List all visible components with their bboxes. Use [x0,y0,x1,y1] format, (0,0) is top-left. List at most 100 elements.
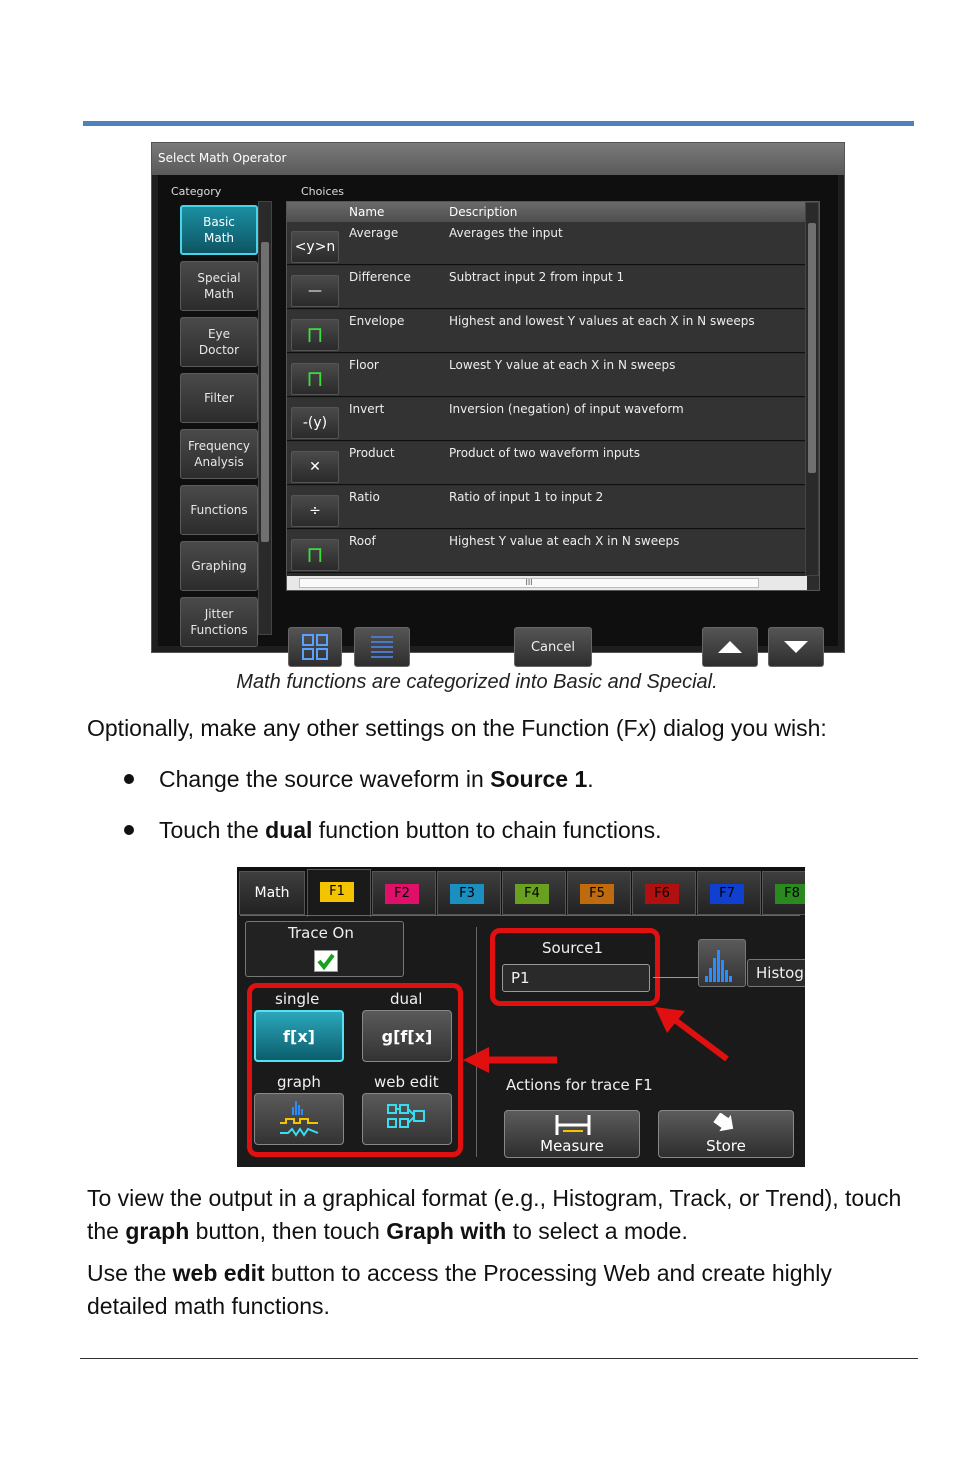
column-header-description: Description [449,205,518,219]
tab-f6[interactable]: F6 [632,871,696,915]
category-button[interactable]: Eye Doctor [180,317,258,367]
minus-icon: — [291,275,339,307]
trace-on-checkbox[interactable] [314,950,338,972]
category-button[interactable]: Graphing [180,541,258,591]
dialog-body: Category Choices Basic Math Special Math E… [158,175,838,667]
paragraph3-bold: web edit [172,1260,265,1286]
graph-label: graph [277,1073,321,1091]
grid-view-button[interactable] [288,627,342,667]
source1-field[interactable]: P1 [502,964,650,992]
row-name: Product [349,446,395,460]
scroll-up-button[interactable] [702,627,758,667]
function-dialog: Math F1 F2 F3 F4 F5 F6 F7 F8 Trace On Source1 P1… [237,867,805,1167]
table-row[interactable]: ⊓ Floor Lowest Y value at each X in N swee… [287,354,807,397]
function-tabs: Math F1 F2 F3 F4 F5 F6 F7 F8 [237,867,805,917]
row-description: Product of two waveform inputs [449,446,640,460]
bullet-dot [124,774,134,784]
tab-f2[interactable]: F2 [372,871,436,915]
tab-f8[interactable]: F8 [762,871,805,915]
invert-icon: -(y) [291,407,339,439]
tab-f7[interactable]: F7 [697,871,761,915]
tab-f1[interactable]: F1 [307,869,371,917]
histogram-button[interactable] [698,939,746,987]
paragraph2-text-end: to select a mode. [506,1218,688,1244]
tab-f5[interactable]: F5 [567,871,631,915]
tab-f3[interactable]: F3 [437,871,501,915]
bullet-item-source: Change the source waveform in Source 1. [159,763,919,796]
tab-underline [240,915,800,916]
paragraph-web-edit: Use the web edit button to access the Pr… [87,1257,917,1323]
row-description: Inversion (negation) of input waveform [449,402,684,416]
envelope-wave-icon: ⊓ [291,319,339,351]
bullet1-bold: Source 1 [490,766,588,792]
row-name: Floor [349,358,379,372]
scroll-down-button[interactable] [768,627,824,667]
average-icon: <y>n [291,231,339,263]
choices-vscrollbar[interactable] [805,202,819,576]
row-name: Ratio [349,490,380,504]
choices-table: Name Description <y>n Average Averages the… [286,201,820,591]
bullet-item-dual: Touch the dual function button to chain … [159,814,919,847]
paragraph1-text-end: ) dialog you wish: [649,715,827,741]
bullet2-text-end: function button to chain functions. [312,817,662,843]
web-edit-label: web edit [374,1073,439,1091]
cancel-button[interactable]: Cancel [514,627,592,667]
header-rule [83,121,914,126]
row-name: Envelope [349,314,405,328]
vertical-divider [476,927,477,1157]
histogram-icon [705,950,732,982]
tab-f4[interactable]: F4 [502,871,566,915]
table-row[interactable]: ✕ Product Product of two waveform inputs [287,442,807,485]
table-row[interactable]: ⊓ Roof Highest Y value at each X in N swee… [287,530,807,573]
category-label: Category [171,185,222,198]
category-button[interactable]: Special Math [180,261,258,311]
dual-button[interactable]: g[f[x] [362,1010,452,1062]
row-description: Highest Y value at each X in N sweeps [449,534,680,548]
category-scrollbar[interactable] [258,201,272,635]
category-button[interactable]: Jitter Functions [180,597,258,647]
hscroll-thumb[interactable]: III [299,578,759,588]
table-header: Name Description [287,202,807,222]
store-button[interactable]: Store [658,1110,794,1158]
single-button[interactable]: f[x] [254,1010,344,1062]
category-button[interactable]: Frequency Analysis [180,429,258,479]
table-row[interactable]: <y>n Average Averages the input [287,222,807,265]
tab-label: F5 [580,884,614,904]
web-edit-button[interactable] [362,1093,452,1145]
arrow-up-icon [718,641,742,653]
measure-button[interactable]: Measure [504,1110,640,1158]
tab-math[interactable]: Math [239,871,305,915]
table-row[interactable]: ÷ Ratio Ratio of input 1 to input 2 [287,486,807,529]
category-button[interactable]: Filter [180,373,258,423]
graph-button[interactable] [254,1093,344,1145]
category-button[interactable]: Basic Math [180,205,258,255]
tab-label: F6 [645,884,679,904]
actions-label: Actions for trace F1 [506,1076,653,1094]
row-description: Highest and lowest Y values at each X in… [449,314,755,328]
paragraph-optionally: Optionally, make any other settings on t… [87,712,917,745]
choices-hscrollbar[interactable]: III [287,576,807,590]
list-view-button[interactable] [354,627,410,667]
paragraph3-text: Use the [87,1260,173,1286]
measure-label: Measure [540,1137,604,1155]
bullet-dot [124,825,134,835]
footer-rule [80,1358,918,1359]
single-label: single [275,990,320,1008]
table-row[interactable]: — Difference Subtract input 2 from input 1 [287,266,807,309]
figure-caption: Math functions are categorized into Basi… [236,671,718,693]
roof-wave-icon: ⊓ [291,539,339,571]
table-row[interactable]: ⊓ Envelope Highest and lowest Y values at … [287,310,807,353]
dialog-title: Select Math Operator [152,143,844,175]
choices-label: Choices [301,185,344,198]
row-name: Difference [349,270,411,284]
category-button[interactable]: Functions [180,485,258,535]
table-row[interactable]: -(y) Invert Inversion (negation) of input … [287,398,807,441]
arrow-down-icon [784,641,808,653]
connector-line [653,977,699,978]
floor-wave-icon: ⊓ [291,363,339,395]
web-edit-icon [387,1104,425,1128]
dual-label: dual [390,990,423,1008]
column-header-name: Name [349,205,385,219]
row-name: Invert [349,402,385,416]
trace-on-label: Trace On [288,924,354,942]
